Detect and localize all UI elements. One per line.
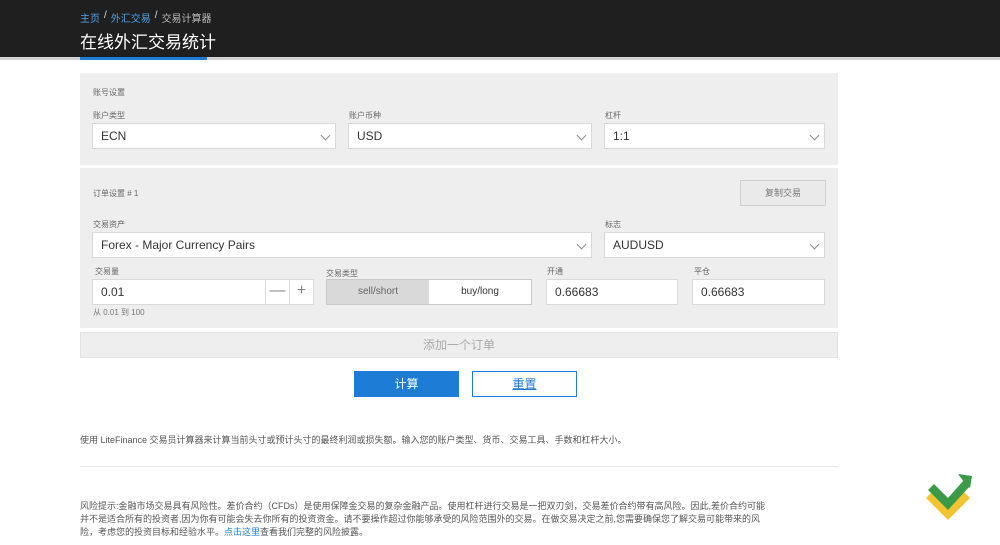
account-section-title: 账号设置 (93, 88, 125, 97)
chevron-down-icon (809, 130, 820, 141)
symbol-value: AUDUSD (613, 238, 664, 252)
breadcrumb-separator: / (104, 10, 107, 21)
leverage-value: 1:1 (613, 129, 630, 143)
plus-icon[interactable]: + (289, 280, 313, 304)
chevron-down-icon (320, 130, 331, 141)
reset-button[interactable]: 重置 (472, 371, 577, 397)
open-price-input[interactable]: 0.66683 (546, 279, 678, 305)
account-currency-select[interactable]: USD (348, 123, 592, 149)
copy-trade-button[interactable]: 复制交易 (740, 180, 826, 206)
leverage-label: 杠杆 (605, 111, 621, 120)
close-price-input[interactable]: 0.66683 (692, 279, 825, 305)
section-divider (80, 466, 838, 467)
leverage-select[interactable]: 1:1 (604, 123, 825, 149)
chevron-down-icon (576, 239, 587, 250)
order-section-title: 订单设置 # 1 (93, 189, 139, 198)
active-tab-indicator (80, 57, 207, 60)
breadcrumb: 主页 / 外汇交易 / 交易计算器 (80, 10, 212, 25)
account-type-value: ECN (101, 129, 127, 143)
risk-line-3-start: 险，考虑您的投资目标和经验水平。 (80, 527, 225, 537)
account-currency-label: 账户币种 (349, 111, 381, 120)
intro-text: 使用 LiteFinance 交易员计算器来计算当前头寸或预计头寸的最终利润或损… (80, 435, 627, 445)
asset-label: 交易资产 (93, 220, 125, 229)
page-title: 在线外汇交易统计 (80, 33, 216, 52)
volume-input[interactable]: 0.01 (101, 285, 124, 299)
chevron-down-icon (576, 130, 587, 141)
symbol-select[interactable]: AUDUSD (604, 232, 825, 258)
account-settings-panel: 账号设置 账户类型 ECN 账户币种 USD 杠杆 1:1 (80, 73, 838, 165)
volume-hint: 从 0.01 到 100 (93, 308, 145, 317)
risk-link[interactable]: 点击这里 (224, 527, 260, 537)
add-order-button[interactable]: 添加一个订单 (80, 332, 838, 358)
calculate-button[interactable]: 计算 (354, 371, 459, 397)
close-price-label: 平仓 (694, 267, 710, 276)
risk-disclaimer: 风险提示:金融市场交易具有风险性。差价合约（CFDs）是使用保障金交易的复杂金融… (80, 500, 840, 539)
asset-select[interactable]: Forex - Major Currency Pairs (92, 232, 592, 258)
asset-value: Forex - Major Currency Pairs (101, 238, 256, 252)
volume-stepper: 0.01 — + (92, 279, 314, 305)
order-settings-panel: 订单设置 # 1 复制交易 交易资产 Forex - Major Currenc… (80, 168, 838, 328)
page-header: 主页 / 外汇交易 / 交易计算器 在线外汇交易统计 (0, 0, 1000, 57)
minus-icon[interactable]: — (265, 280, 289, 304)
trade-type-label: 交易类型 (326, 269, 358, 278)
volume-label: 交易量 (95, 267, 119, 276)
risk-line-2: 并不是适合所有的投资者,因为你有可能会失去你所有的投资资金。请不要操作超过你能够… (80, 514, 761, 524)
breadcrumb-current: 交易计算器 (161, 14, 212, 25)
trade-type-toggle: sell/short buy/long (326, 279, 532, 305)
chevron-down-icon (809, 239, 820, 250)
account-type-label: 账户类型 (93, 111, 125, 120)
account-currency-value: USD (357, 129, 383, 143)
buy-long-option[interactable]: buy/long (429, 280, 531, 304)
risk-line-3-end: 查看我们完整的风险披露。 (260, 527, 369, 537)
breadcrumb-separator: / (154, 10, 158, 21)
account-type-select[interactable]: ECN (92, 123, 336, 149)
open-price-label: 开通 (547, 267, 563, 276)
sell-short-option[interactable]: sell/short (327, 280, 429, 304)
risk-line-3: 险，考虑您的投资目标和经验水平。点击这里查看我们完整的风险披露。 (80, 526, 840, 539)
breadcrumb-home[interactable]: 主页 (80, 10, 100, 25)
breadcrumb-forex[interactable]: 外汇交易 (111, 10, 151, 25)
symbol-label: 标志 (605, 220, 621, 229)
risk-line-1: 风险提示:金融市场交易具有风险性。差价合约（CFDs）是使用保障金交易的复杂金融… (80, 501, 766, 511)
litefinance-logo-icon[interactable] (920, 470, 976, 526)
